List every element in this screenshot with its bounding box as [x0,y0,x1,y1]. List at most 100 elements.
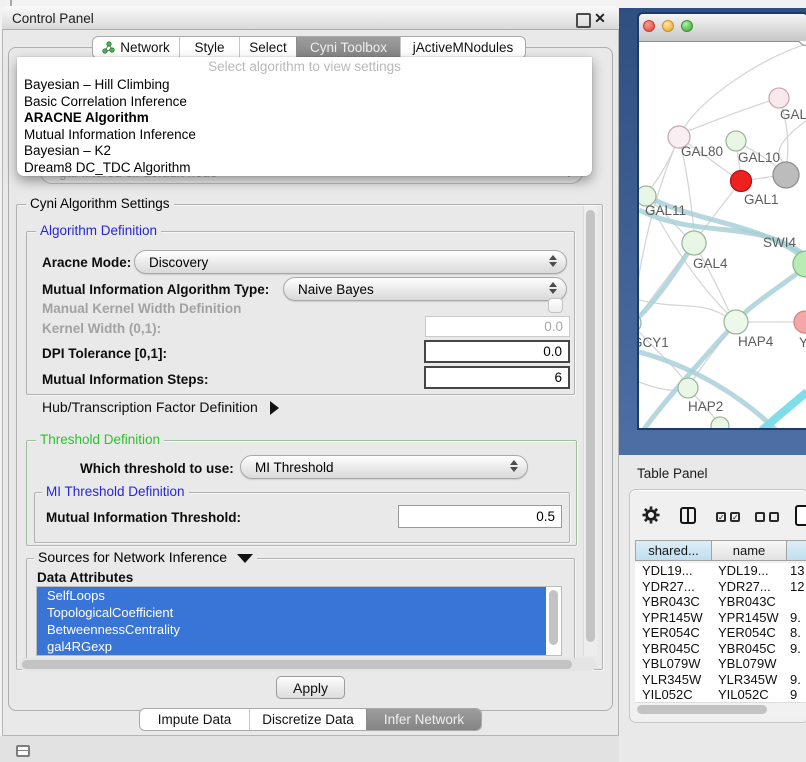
svg-text:GAL10: GAL10 [738,150,780,165]
dpi-tolerance-input[interactable]: 0.0 [424,340,570,363]
node-hap4 [724,310,748,334]
minimize-traffic-light-icon[interactable] [662,20,674,32]
bottom-strip [0,736,620,762]
expand-right-icon[interactable] [270,401,279,415]
node-gal4 [682,231,706,255]
dpi-tolerance-label: DPI Tolerance [0,1]: [42,346,167,361]
control-panel-title: Control Panel [12,11,94,26]
tab-cyni-toolbox[interactable]: Cyni Toolbox [296,37,400,58]
node-gal [769,88,789,108]
svg-text:HAP4: HAP4 [738,334,774,349]
data-attributes-list[interactable]: SelfLoops TopologicalCoefficient Between… [36,586,562,656]
svg-text:GAL: GAL [780,107,806,122]
node [711,417,729,428]
combo-stepper-icon [510,460,518,472]
mi-algorithm-type-label: Mutual Information Algorithm Type: [42,282,269,297]
close-traffic-light-icon[interactable] [643,20,655,32]
kernel-width-input[interactable]: 0.0 [425,316,570,337]
tab-select[interactable]: Select [239,37,296,58]
tab-impute-data[interactable]: Impute Data [140,709,249,730]
apply-button[interactable]: Apply [276,676,345,699]
table-header-row: shared... name [635,540,806,561]
svg-text:Y: Y [799,335,806,350]
table-row[interactable]: YDL19...YDL19...13 [635,563,806,579]
algorithm-option[interactable]: Mutual Information Inference [17,127,592,144]
table-row[interactable]: YDR27...YDR27...12 [635,579,806,595]
node-hap2 [678,378,698,398]
sources-group-title[interactable]: Sources for Network Inference [34,549,257,565]
table-row[interactable]: YER054CYER054C8. [635,625,806,641]
algorithm-definition-title: Algorithm Definition [36,223,161,238]
zoom-traffic-light-icon[interactable] [681,20,693,32]
attribute-item-selected[interactable]: TopologicalCoefficient [37,604,546,621]
svg-text:GAL11: GAL11 [645,203,686,218]
network-thick-edges [639,196,806,428]
table-row[interactable]: YLR345WYLR345W9. [635,672,806,688]
network-canvas[interactable]: GAL GAL80 GAL10 GAL1 GAL11 SWI4 GAL4 GCY… [639,41,806,428]
settings-horizontal-scrollbar[interactable] [20,658,596,671]
unchecked-columns-icon[interactable] [755,512,779,522]
algorithm-option[interactable]: Bayesian – K2 [17,143,592,160]
algorithm-option[interactable]: Basic Correlation Inference [17,94,592,111]
which-threshold-value: MI Threshold [241,460,334,475]
tab-infer-network[interactable]: Infer Network [366,709,481,730]
table-horizontal-scrollbar-thumb[interactable] [637,705,767,714]
table-body[interactable]: YDL19...YDL19...13 YDR27...YDR27...12 YB… [635,563,806,702]
hub-definition-toggle[interactable]: Hub/Transcription Factor Definition [42,399,279,415]
settings-horizontal-scrollbar-thumb[interactable] [22,660,572,669]
table-row[interactable]: YBL079WYBL079W [635,656,806,672]
checked-columns-icon[interactable]: ✓ ✓ [716,512,740,522]
table-row[interactable]: YBR043CYBR043C [635,594,806,610]
mi-threshold-label: Mutual Information Threshold: [46,510,241,525]
mi-threshold-group-title: MI Threshold Definition [42,484,189,499]
manual-kernel-width-checkbox[interactable] [548,298,563,313]
column-header-shared-name[interactable]: shared... [635,540,712,561]
tab-jactivemnodules[interactable]: jActiveMNodules [400,37,525,58]
settings-vertical-scrollbar-thumb[interactable] [586,210,595,642]
tab-discretize-data[interactable]: Discretize Data [249,709,366,730]
mi-threshold-input[interactable]: 0.5 [398,505,562,528]
column-header-name[interactable]: name [712,540,787,561]
control-panel-tabs: Network Style Select Cyni Toolbox jActiv… [92,36,526,59]
algorithm-dropdown-placeholder: Select algorithm to view settings [17,57,592,77]
gear-icon[interactable] [642,506,660,524]
column-header-clipped[interactable] [787,540,806,561]
aracne-mode-select[interactable]: Discovery [134,250,567,274]
settings-vertical-scrollbar[interactable] [583,206,597,656]
mi-algorithm-type-select[interactable]: Naive Bayes [283,277,567,301]
svg-text:GAL80: GAL80 [681,144,723,159]
document-icon[interactable] [795,505,806,526]
split-columns-icon[interactable] [680,507,696,524]
expand-down-icon[interactable] [237,554,253,563]
control-panel-titlebar[interactable] [2,6,619,30]
which-threshold-select[interactable]: MI Threshold [240,455,528,479]
close-icon[interactable]: ✕ [592,9,608,27]
list-scrollbar-thumb[interactable] [549,590,558,645]
svg-text:GAL4: GAL4 [693,256,728,271]
table-horizontal-scrollbar[interactable] [635,702,806,716]
kernel-width-label: Kernel Width (0,1): [42,321,161,336]
algorithm-option[interactable]: Bayesian – Hill Climbing [17,77,592,94]
combo-stepper-icon [549,282,557,294]
attribute-item-selected[interactable]: BetweennessCentrality [37,621,546,638]
float-window-icon[interactable] [576,13,591,28]
svg-text:HAP2: HAP2 [688,399,723,414]
table-row[interactable]: YIL052CYIL052C9 [635,687,806,702]
table-row[interactable]: YPR145WYPR145W9. [635,610,806,626]
minimized-panel-icon[interactable] [16,745,30,757]
table-row[interactable]: YBR045CYBR045C9. [635,641,806,657]
algorithm-option-highlighted[interactable]: ARACNE Algorithm [17,110,592,127]
tab-network-label: Network [120,40,170,55]
tab-style[interactable]: Style [179,37,239,58]
selected-edge[interactable] [759,392,806,428]
mi-steps-input[interactable]: 6 [424,366,570,389]
table-panel-title: Table Panel [637,466,708,481]
attribute-item-selected[interactable]: SelfLoops [37,587,546,604]
tab-network[interactable]: Network [93,37,179,58]
node-gray [773,162,799,188]
node-gal10 [726,131,746,151]
node [799,41,806,46]
attribute-item-selected[interactable]: gal4RGexp [37,638,546,655]
algorithm-option[interactable]: Dream8 DC_TDC Algorithm [17,160,592,177]
cyni-algorithm-settings-title: Cyni Algorithm Settings [26,196,174,211]
